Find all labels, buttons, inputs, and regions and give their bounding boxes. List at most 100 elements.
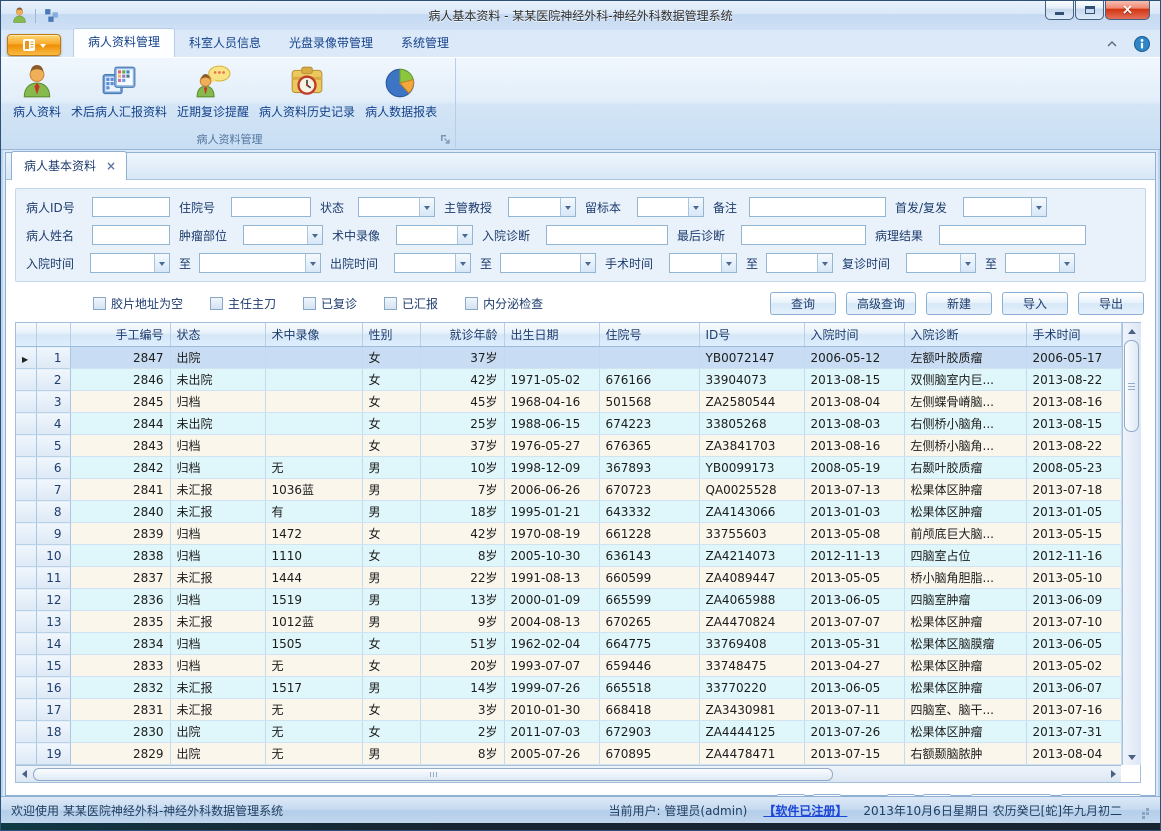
filter-select[interactable]: [508, 197, 576, 217]
app-menu-button[interactable]: [7, 34, 61, 56]
ribbon-tab[interactable]: 病人资料管理: [73, 28, 175, 57]
table-cell: 无: [265, 457, 362, 479]
scroll-left-icon[interactable]: [16, 766, 32, 782]
table-row[interactable]: 122836归档1519男13岁2000-01-09665599ZA406598…: [16, 589, 1121, 611]
maximize-button[interactable]: [1075, 1, 1104, 20]
column-header[interactable]: 入院诊断: [904, 323, 1026, 347]
filter-input[interactable]: [741, 225, 866, 245]
table-row[interactable]: 192829出院无男8岁2005-07-26670895ZA4478471201…: [16, 743, 1121, 765]
vertical-scrollbar[interactable]: [1122, 323, 1141, 765]
dialog-launcher-icon[interactable]: [439, 133, 451, 145]
filter-checkbox[interactable]: 已复诊: [303, 295, 357, 312]
date-select[interactable]: [766, 253, 833, 273]
action-button[interactable]: 查询: [770, 292, 836, 315]
ribbon-tab[interactable]: 光盘录像带管理: [275, 30, 387, 57]
document-tab[interactable]: 病人基本资料 ×: [11, 151, 127, 180]
table-row[interactable]: 52843归档女37岁1976-05-27676365ZA38417032013…: [16, 435, 1121, 457]
filter-select[interactable]: [243, 225, 323, 245]
filter-input[interactable]: [92, 197, 170, 217]
action-button[interactable]: 高级查询: [846, 292, 916, 315]
date-select[interactable]: [500, 253, 596, 273]
filter-checkbox[interactable]: 已汇报: [384, 295, 438, 312]
date-select[interactable]: [90, 253, 170, 273]
column-header[interactable]: 术中录像: [265, 323, 362, 347]
resize-grip[interactable]: [1138, 804, 1150, 816]
table-row[interactable]: 102838归档1110女8岁2005-10-30636143ZA4214073…: [16, 545, 1121, 567]
ribbon-group: 病人资料术后病人汇报资料近期复诊提醒病人资料历史记录病人数据报表 病人资料管理: [4, 58, 456, 148]
column-header[interactable]: 入院时间: [804, 323, 904, 347]
column-header[interactable]: 手工编号: [70, 323, 170, 347]
horizontal-scroll-thumb[interactable]: [33, 768, 833, 781]
table-row[interactable]: 152833归档无女20岁1993-07-0765944633748475201…: [16, 655, 1121, 677]
column-header[interactable]: 就诊年龄: [420, 323, 504, 347]
table-cell: 2834: [70, 633, 170, 655]
scroll-down-icon[interactable]: [1123, 749, 1141, 765]
ribbon-button[interactable]: 病人数据报表: [360, 61, 442, 123]
info-icon[interactable]: [1134, 36, 1150, 52]
date-select[interactable]: [199, 253, 321, 273]
action-button[interactable]: 导入: [1002, 292, 1068, 315]
scroll-up-icon[interactable]: [1123, 323, 1141, 339]
current-user-text: 当前用户: 管理员(admin): [609, 802, 748, 819]
column-header[interactable]: [16, 323, 36, 347]
date-select[interactable]: [669, 253, 737, 273]
filter-checkbox[interactable]: 胶片地址为空: [93, 295, 183, 312]
ribbon-button[interactable]: 病人资料历史记录: [254, 61, 360, 123]
column-header[interactable]: 手术时间: [1026, 323, 1121, 347]
filter-checkbox[interactable]: 主任主刀: [210, 295, 276, 312]
column-header[interactable]: 状态: [170, 323, 265, 347]
date-select[interactable]: [906, 253, 976, 273]
table-row[interactable]: 32845归档女45岁1968-04-16501568ZA25805442013…: [16, 391, 1121, 413]
column-header[interactable]: 住院号: [599, 323, 699, 347]
close-icon[interactable]: ×: [106, 161, 116, 171]
ribbon-tab[interactable]: 系统管理: [387, 30, 463, 57]
quick-access-icon[interactable]: [43, 7, 60, 24]
table-cell: 1519: [265, 589, 362, 611]
filter-checkbox[interactable]: 内分泌检查: [465, 295, 543, 312]
vertical-scroll-thumb[interactable]: [1124, 340, 1139, 432]
table-cell: 1976-05-27: [504, 435, 599, 457]
ribbon-tab[interactable]: 科室人员信息: [175, 30, 275, 57]
table-row[interactable]: 72841未汇报1036蓝男7岁2006-06-26670723QA002552…: [16, 479, 1121, 501]
table-row[interactable]: 112837未汇报1444男22岁1991-08-13660599ZA40894…: [16, 567, 1121, 589]
date-select[interactable]: [394, 253, 471, 273]
ribbon-button[interactable]: 术后病人汇报资料: [66, 61, 172, 123]
action-button[interactable]: 导出: [1078, 292, 1144, 315]
filter-input[interactable]: [231, 197, 311, 217]
filter-select[interactable]: [358, 197, 435, 217]
table-row[interactable]: 82840未汇报有男18岁1995-01-21643332ZA414306620…: [16, 501, 1121, 523]
horizontal-scrollbar[interactable]: [16, 765, 1121, 782]
filter-input[interactable]: [749, 197, 886, 217]
ribbon-button[interactable]: 病人资料: [8, 61, 66, 123]
column-header[interactable]: [36, 323, 70, 347]
table-row[interactable]: 172831未汇报无女3岁2010-01-30668418ZA343098120…: [16, 699, 1121, 721]
table-row[interactable]: 132835未汇报1012蓝男9岁2004-08-13670265ZA44708…: [16, 611, 1121, 633]
close-button[interactable]: ×: [1105, 1, 1150, 20]
table-row[interactable]: 92839归档1472女42岁1970-08-19661228337556032…: [16, 523, 1121, 545]
table-row[interactable]: ▶12847出院女37岁YB00721472006-05-12左额叶胶质瘤200…: [16, 347, 1121, 369]
table-cell: 670895: [599, 743, 699, 765]
date-select[interactable]: [1005, 253, 1075, 273]
registration-link[interactable]: 【软件已注册】: [763, 802, 847, 819]
filter-input[interactable]: [939, 225, 1086, 245]
collapse-ribbon-icon[interactable]: [1104, 36, 1120, 52]
ribbon-button[interactable]: 近期复诊提醒: [172, 61, 254, 123]
filter-select[interactable]: [396, 225, 473, 245]
table-row[interactable]: 42844未出院女25岁1988-06-15674223338052682013…: [16, 413, 1121, 435]
table-row[interactable]: 62842归档无男10岁1998-12-09367893YB0099173200…: [16, 457, 1121, 479]
scroll-right-icon[interactable]: [1105, 766, 1121, 782]
column-header[interactable]: 性别: [362, 323, 420, 347]
table-header-row: 手工编号状态术中录像性别就诊年龄出生日期住院号ID号入院时间入院诊断手术时间: [16, 323, 1121, 347]
filter-input[interactable]: [546, 225, 668, 245]
filter-input[interactable]: [92, 225, 170, 245]
column-header[interactable]: 出生日期: [504, 323, 599, 347]
action-button[interactable]: 新建: [926, 292, 992, 315]
filter-select[interactable]: [963, 197, 1047, 217]
table-row[interactable]: 182830出院无女2岁2011-07-03672903ZA4444125201…: [16, 721, 1121, 743]
column-header[interactable]: ID号: [699, 323, 804, 347]
table-row[interactable]: 22846未出院女42岁1971-05-02676166339040732013…: [16, 369, 1121, 391]
filter-select[interactable]: [637, 197, 704, 217]
table-row[interactable]: 162832未汇报1517男14岁1999-07-266655183377022…: [16, 677, 1121, 699]
table-row[interactable]: 142834归档1505女51岁1962-02-0466477533769408…: [16, 633, 1121, 655]
minimize-button[interactable]: [1045, 1, 1074, 20]
